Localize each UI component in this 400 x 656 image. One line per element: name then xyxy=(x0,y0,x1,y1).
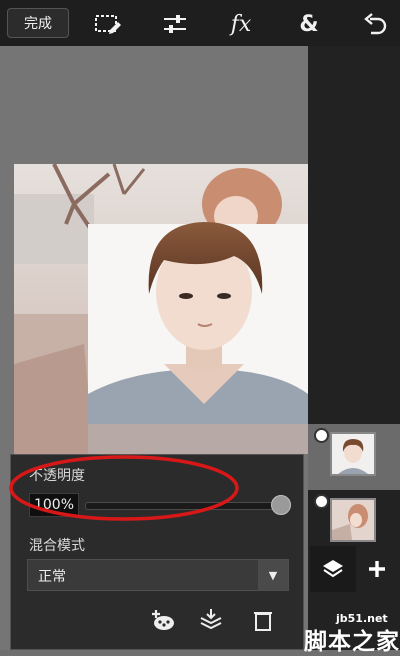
layers-sidebar xyxy=(308,46,400,650)
delete-layer-icon[interactable] xyxy=(249,607,277,633)
blend-mode-value: 正常 xyxy=(38,569,66,585)
add-icon[interactable] xyxy=(354,546,400,592)
blend-mode-select[interactable]: 正常 ▼ xyxy=(27,559,289,591)
blend-mode-label: 混合模式 xyxy=(29,538,85,554)
layer-thumbnail xyxy=(330,432,376,476)
layer-item-portrait[interactable] xyxy=(308,424,400,490)
merge-layers-icon[interactable] xyxy=(197,607,225,633)
chevron-down-icon: ▼ xyxy=(258,560,288,590)
effects-icon[interactable]: fx xyxy=(226,10,256,38)
opacity-slider-thumb[interactable] xyxy=(271,495,291,515)
composite-photo xyxy=(14,164,308,454)
adjust-sliders-icon[interactable] xyxy=(160,10,190,38)
top-toolbar: 完成 fx & xyxy=(0,0,400,46)
layer-visibility-dot[interactable] xyxy=(314,494,329,509)
select-edit-icon[interactable] xyxy=(93,10,123,38)
watermark-text: 脚本之家 xyxy=(304,629,400,655)
layer-thumbnail xyxy=(330,498,376,542)
blend-ampersand-icon[interactable]: & xyxy=(294,10,324,38)
add-layer-from-photo-icon[interactable] xyxy=(149,607,177,633)
image-canvas[interactable] xyxy=(14,164,308,454)
undo-icon[interactable] xyxy=(360,10,390,38)
done-button[interactable]: 完成 xyxy=(7,8,69,38)
layer-visibility-dot[interactable] xyxy=(314,428,329,443)
annotation-ellipse xyxy=(9,455,239,521)
layers-icon[interactable] xyxy=(310,546,356,592)
